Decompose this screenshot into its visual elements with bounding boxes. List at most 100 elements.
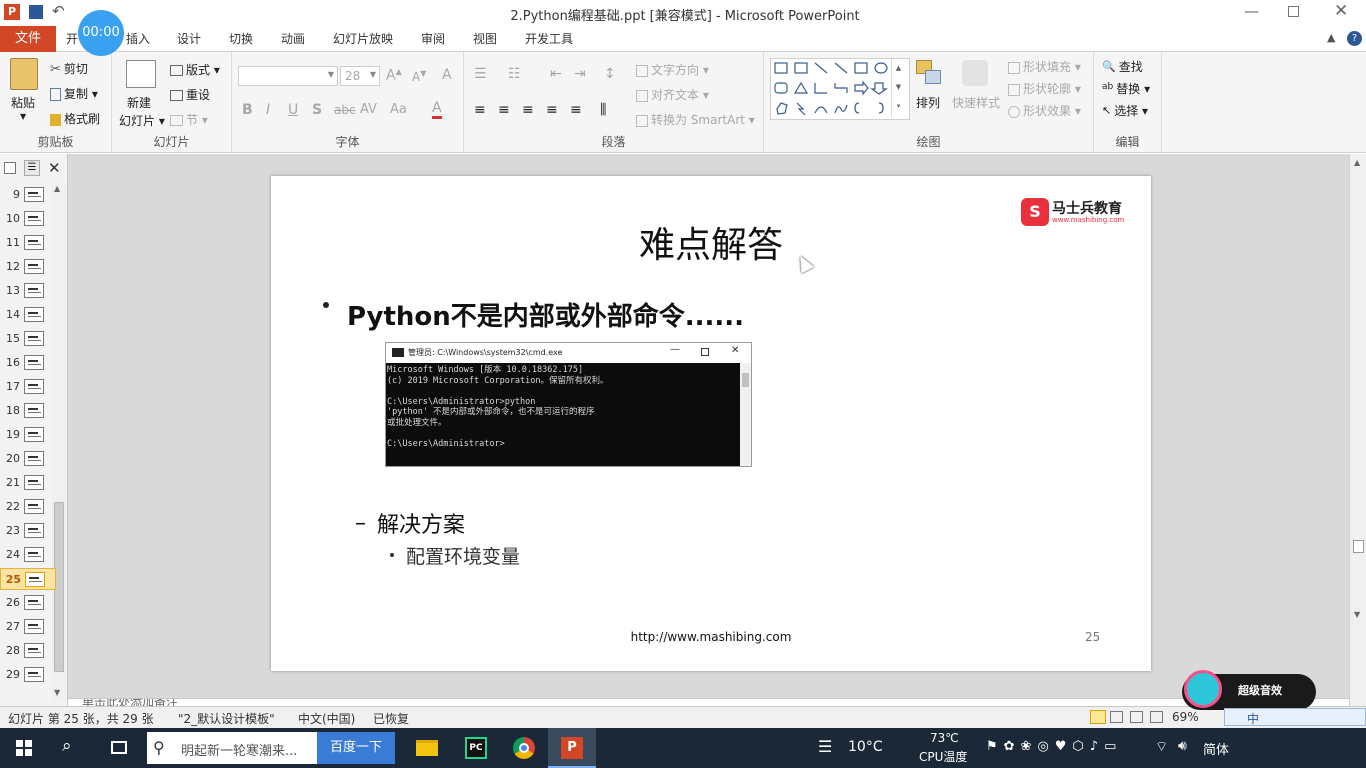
sub-bullet-solution[interactable]: 解决方案 <box>377 507 465 539</box>
save-icon[interactable] <box>29 5 43 19</box>
thumbnail-slide[interactable]: 22 <box>0 496 56 518</box>
thumbnail-slide[interactable]: 27 <box>0 616 56 638</box>
paste-dropdown-icon[interactable]: ▼ <box>20 112 26 121</box>
char-spacing-icon[interactable]: AV <box>360 102 377 117</box>
cut-button[interactable]: ✂ 剪切 <box>50 60 88 78</box>
bold-icon[interactable]: B <box>242 102 253 118</box>
close-pane-icon[interactable]: ✕ <box>48 159 61 177</box>
reset-button[interactable]: 重设 <box>170 86 210 103</box>
reading-view-icon[interactable] <box>1130 711 1143 723</box>
tab-file[interactable]: 文件 <box>0 26 56 52</box>
section-button[interactable]: 节 ▾ <box>170 111 208 128</box>
collapse-ribbon-icon[interactable]: ▲ <box>1327 31 1335 44</box>
tab-slideshow[interactable]: 幻灯片放映 <box>326 26 400 52</box>
file-explorer-icon[interactable] <box>416 740 438 756</box>
scroll-down-icon[interactable]: ▼ <box>1354 610 1360 619</box>
notes-pane[interactable]: 单击此处添加备注 <box>68 698 1349 706</box>
task-view-icon[interactable] <box>111 741 127 754</box>
decrease-indent-icon[interactable]: ⇤ <box>550 66 562 82</box>
shrink-font-icon[interactable]: A▼ <box>412 69 426 84</box>
slide-title[interactable]: 难点解答 <box>271 216 1151 268</box>
thumbnail-slide[interactable]: 24 <box>0 544 56 566</box>
paste-button[interactable]: 粘贴 <box>11 94 35 111</box>
align-right-icon[interactable]: ≡ <box>522 102 534 118</box>
thumbnail-slide[interactable]: 15 <box>0 328 56 350</box>
underline-icon[interactable]: U <box>288 102 298 118</box>
windows-start-icon[interactable] <box>16 740 32 756</box>
help-icon[interactable]: ? <box>1347 31 1362 46</box>
thumbnail-preview[interactable] <box>24 643 44 658</box>
thumbnail-preview[interactable] <box>24 259 44 274</box>
arrange-button[interactable]: 排列 <box>916 94 940 111</box>
ime-mode[interactable]: 中 <box>1247 710 1259 727</box>
thumbnail-preview[interactable] <box>24 451 44 466</box>
tab-design[interactable]: 设计 <box>170 26 208 52</box>
increase-indent-icon[interactable]: ⇥ <box>574 66 586 82</box>
weather-temp[interactable]: 10°C <box>848 739 883 755</box>
search-icon[interactable]: ⌕ <box>62 736 72 756</box>
select-button[interactable]: ↖ 选择 ▾ <box>1102 102 1148 120</box>
normal-view-icon[interactable] <box>1090 710 1106 724</box>
thumbnail-preview[interactable] <box>24 427 44 442</box>
change-case-icon[interactable]: Aa <box>390 102 407 117</box>
language-status[interactable]: 中文(中国) <box>298 710 355 727</box>
thumbnail-slide[interactable]: 16 <box>0 352 56 374</box>
scroll-up-icon[interactable]: ▲ <box>1354 158 1360 167</box>
justify-icon[interactable]: ≡ <box>546 102 558 118</box>
scroll-thumb[interactable] <box>1353 540 1364 553</box>
align-center-icon[interactable]: ≡ <box>498 102 510 118</box>
arrange-icon[interactable] <box>916 60 942 86</box>
outline-view-tab[interactable]: ☰ <box>24 160 40 176</box>
quick-styles-button[interactable]: 快速样式 <box>952 94 1000 111</box>
ime-language[interactable]: 简体 <box>1203 739 1229 758</box>
thumbnail-preview[interactable] <box>24 379 44 394</box>
thumbnail-slide[interactable]: 12 <box>0 256 56 278</box>
thumbnail-preview[interactable] <box>24 307 44 322</box>
thumbnail-preview[interactable] <box>24 211 44 226</box>
thumbnail-slide[interactable]: 19 <box>0 424 56 446</box>
thumbnail-slide[interactable]: 10 <box>0 208 56 230</box>
powerpoint-taskbar-icon[interactable]: P <box>548 728 596 768</box>
slides-view-tab[interactable] <box>4 162 16 174</box>
distributed-icon[interactable]: ≡ <box>570 102 582 118</box>
thumbnail-slide[interactable]: 29 <box>0 664 56 686</box>
thumbnail-slide[interactable]: 20 <box>0 448 56 470</box>
tab-transitions[interactable]: 切换 <box>222 26 260 52</box>
font-size-input[interactable]: 28 ▼ <box>340 66 380 86</box>
shapes-gallery[interactable] <box>770 58 910 120</box>
columns-icon[interactable]: ⫼ <box>600 102 606 118</box>
thumbnail-preview[interactable] <box>24 187 44 202</box>
slideshow-icon[interactable] <box>1150 711 1163 723</box>
search-box[interactable]: ⚲ 明起新一轮寒潮来... <box>147 732 317 764</box>
smartart-button[interactable]: 转换为 SmartArt ▾ <box>636 111 755 128</box>
thumbnail-preview[interactable] <box>24 355 44 370</box>
tab-insert[interactable]: 插入 <box>118 26 158 52</box>
baidu-search-button[interactable]: 百度一下 <box>317 732 395 764</box>
paste-icon[interactable] <box>10 58 38 90</box>
thumbnail-preview[interactable] <box>24 475 44 490</box>
ime-toolbar[interactable]: 中 <box>1224 708 1366 726</box>
tab-view[interactable]: 视图 <box>466 26 504 52</box>
scroll-down-icon[interactable]: ▼ <box>54 688 60 697</box>
volume-icon[interactable]: 🔊︎ <box>1178 738 1187 754</box>
main-scrollbar[interactable]: ▲ ▼ <box>1349 154 1366 706</box>
thumbnail-preview[interactable] <box>24 403 44 418</box>
overlay-widget[interactable]: 超级音效 <box>1182 670 1316 710</box>
thumbnail-preview[interactable] <box>25 572 45 587</box>
tab-developer[interactable]: 开发工具 <box>518 26 580 52</box>
restore-icon[interactable] <box>1288 6 1299 17</box>
thumbnail-slide[interactable]: 21 <box>0 472 56 494</box>
quick-styles-icon[interactable] <box>962 60 988 86</box>
thumbnail-slide[interactable]: 26 <box>0 592 56 614</box>
find-button[interactable]: 🔍 查找 <box>1102 58 1143 76</box>
slide-sorter-icon[interactable] <box>1110 711 1123 723</box>
line-spacing-icon[interactable]: ↕ <box>604 66 616 82</box>
powerpoint-icon[interactable]: P <box>4 4 20 20</box>
thumbnail-slide[interactable]: 9 <box>0 184 56 206</box>
shape-effects-button[interactable]: 形状效果 ▾ <box>1008 102 1081 119</box>
new-slide-button[interactable]: 新建 <box>127 94 151 111</box>
thumbnail-preview[interactable] <box>24 667 44 682</box>
thumbnail-preview[interactable] <box>24 283 44 298</box>
recording-timer[interactable]: 00:00 <box>78 10 124 56</box>
thumbnail-slide[interactable]: 14 <box>0 304 56 326</box>
